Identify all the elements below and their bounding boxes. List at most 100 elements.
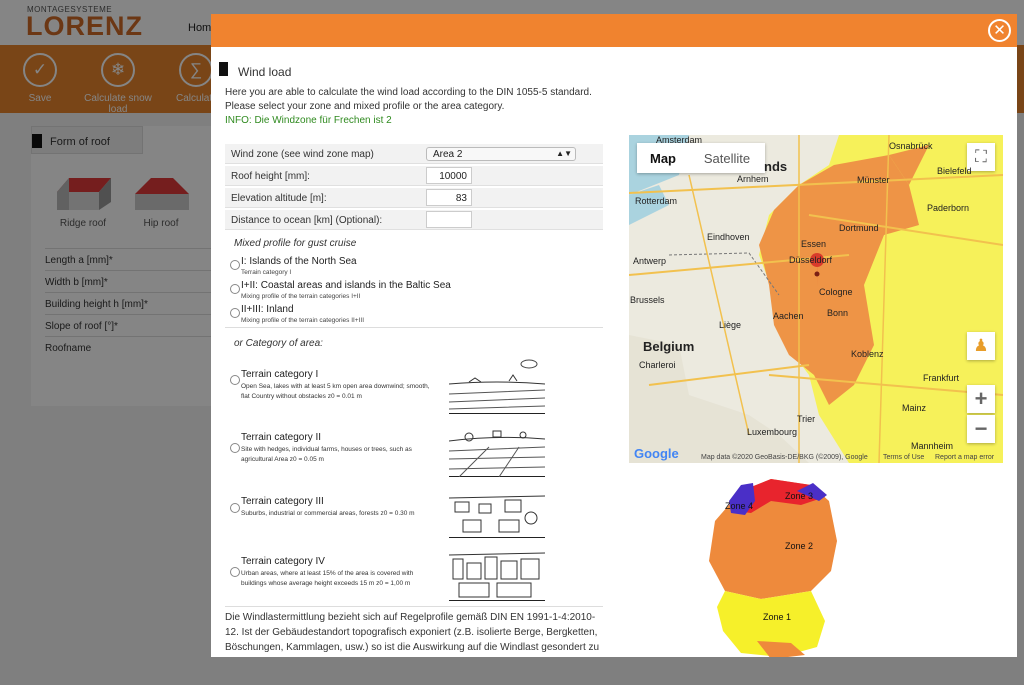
- map-city-label: Osnabrück: [889, 141, 933, 151]
- germany-wind-zone-map: Zone 4 Zone 3 Zone 2 Zone 1: [701, 471, 851, 657]
- map-attribution: Map data ©2020 GeoBasis-DE/BKG (©2009), …: [701, 454, 868, 461]
- pegman-icon: ♟: [973, 336, 989, 355]
- terrain-category-4-title: Terrain category IV: [241, 556, 325, 567]
- elevation-input[interactable]: 83: [426, 189, 472, 206]
- modal-header: ✕: [211, 14, 1017, 47]
- terrain-category-4-image: [448, 541, 546, 601]
- map-tab-satellite[interactable]: Satellite: [689, 143, 765, 173]
- modal-title: Wind load: [238, 65, 292, 79]
- map-city-label: Charleroi: [639, 360, 676, 370]
- map-city-label: Frankfurt: [923, 373, 960, 383]
- germany-zone-shape: [709, 479, 837, 657]
- map-city-label: Mainz: [902, 403, 927, 413]
- category-heading: or Category of area:: [234, 338, 323, 349]
- roof-height-row: Roof height [mm]:: [225, 166, 603, 186]
- distance-input[interactable]: [426, 211, 472, 228]
- mixed-profile-title-3: II+III: Inland: [241, 304, 294, 315]
- distance-label: Distance to ocean [km] (Optional):: [231, 215, 383, 226]
- mixed-profile-radio-3[interactable]: [230, 308, 240, 318]
- disclaimer-text: Die Windlastermittlung bezieht sich auf …: [225, 612, 600, 653]
- map-city-label: Paderborn: [927, 203, 970, 213]
- terrain-sketch-suburbs: [448, 495, 546, 533]
- map-city-label: Essen: [801, 239, 827, 249]
- map-canvas: [629, 135, 1003, 463]
- map-city-label: Trier: [797, 414, 816, 424]
- divider: [225, 606, 603, 607]
- mixed-profile-title-2: I+II: Coastal areas and islands in the B…: [241, 280, 451, 291]
- close-button[interactable]: ✕: [988, 19, 1011, 42]
- info-text: INFO: Die Windzone für Frechen ist 2: [225, 115, 392, 126]
- terrain-category-3-radio[interactable]: [230, 503, 240, 513]
- terrain-sketch-urban: [448, 552, 546, 598]
- mixed-profile-radio-1[interactable]: [230, 260, 240, 270]
- wind-zone-label: Wind zone (see wind zone map): [231, 149, 374, 160]
- elevation-row: Elevation altitude [m]:: [225, 188, 603, 208]
- roof-height-input[interactable]: 10000: [426, 167, 472, 184]
- map-tab-map[interactable]: Map: [637, 143, 689, 173]
- map-city-label: Antwerp: [633, 256, 667, 266]
- terrain-category-2-title: Terrain category II: [241, 432, 322, 443]
- map-city-label: Luxembourg: [747, 427, 798, 437]
- map-city-label: Cologne: [819, 287, 853, 297]
- terrain-category-2-desc: Site with hedges, individual farms, hous…: [241, 446, 412, 463]
- map-city-label: Bielefeld: [937, 166, 972, 176]
- terrain-category-3-image: [448, 478, 546, 538]
- wind-zone-select[interactable]: Area 2 ▲▼: [426, 147, 576, 161]
- terrain-category-4-radio[interactable]: [230, 567, 240, 577]
- map-city-label: Amsterdam: [656, 135, 703, 145]
- terms-of-use-link[interactable]: Terms of Use: [883, 454, 924, 461]
- map-city-label: Koblenz: [851, 349, 884, 359]
- wind-zone-value: Area 2: [433, 149, 463, 160]
- terrain-category-4-desc: Urban areas, where at least 15% of the a…: [241, 570, 414, 587]
- report-map-error-link[interactable]: Report a map error: [935, 454, 994, 461]
- map-city-label: Düsseldorf: [789, 255, 833, 265]
- map-city-label: Bonn: [827, 308, 849, 318]
- map-city-label: Dortmund: [839, 223, 879, 233]
- select-arrows-icon: ▲▼: [556, 149, 572, 158]
- zoom-in-button[interactable]: +: [967, 385, 995, 413]
- close-icon: ✕: [993, 22, 1006, 39]
- map-city-label: Brussels: [630, 295, 665, 305]
- street-view-button[interactable]: ♟: [967, 332, 995, 360]
- divider: [225, 327, 603, 328]
- map-city-label: Rotterdam: [635, 196, 678, 206]
- fullscreen-icon: ⛶: [975, 147, 987, 166]
- mixed-profile-heading: Mixed profile for gust cruise: [234, 238, 357, 249]
- elevation-label: Elevation altitude [m]:: [231, 193, 327, 204]
- terrain-category-3-desc: Suburbs, industrial or commercial areas,…: [241, 510, 415, 517]
- map-country-label: Belgium: [643, 339, 695, 354]
- terrain-category-2-image: [448, 417, 546, 478]
- wind-load-modal: ✕ Wind load Here you are able to calcula…: [211, 14, 1017, 657]
- terrain-sketch-open-sea: [448, 359, 546, 410]
- wind-zone-google-map[interactable]: Map Satellite ⛶ ♟ + − Amsterdam nds Osna…: [629, 135, 1003, 463]
- mixed-profile-sub-1: Terrain category I: [241, 269, 292, 276]
- zone-4-label: Zone 4: [725, 501, 754, 511]
- terrain-category-1-image: [448, 354, 546, 414]
- zone-1-label: Zone 1: [763, 612, 792, 622]
- intro-text: Here you are able to calculate the wind …: [225, 87, 592, 98]
- mixed-profile-radio-2[interactable]: [230, 284, 240, 294]
- terrain-category-2-radio[interactable]: [230, 443, 240, 453]
- mixed-profile-sub-3: Mixing profile of the terrain categories…: [241, 317, 365, 324]
- mixed-profile-sub-2: Mixing profile of the terrain categories…: [241, 293, 361, 300]
- terrain-category-3-title: Terrain category III: [241, 496, 324, 507]
- map-country-label: nds: [764, 159, 788, 174]
- zone-2-label: Zone 2: [785, 541, 814, 551]
- terrain-category-1-title: Terrain category I: [241, 369, 319, 380]
- terrain-category-1-desc: Open Sea, lakes with at least 5 km open …: [241, 383, 430, 400]
- map-city-label: Eindhoven: [707, 232, 750, 242]
- roof-height-label: Roof height [mm]:: [231, 171, 310, 182]
- google-logo[interactable]: Google: [634, 446, 679, 461]
- zone-3-label: Zone 3: [785, 491, 814, 501]
- map-city-label: Münster: [857, 175, 890, 185]
- map-city-label: Liège: [719, 320, 742, 330]
- terrain-category-1-radio[interactable]: [230, 375, 240, 385]
- map-city-label: Arnhem: [737, 174, 769, 184]
- distance-row: Distance to ocean [km] (Optional):: [225, 210, 603, 230]
- map-city-label: Aachen: [773, 311, 804, 321]
- mixed-profile-title-1: I: Islands of the North Sea: [241, 256, 357, 267]
- section-marker-icon: [219, 62, 228, 76]
- terrain-sketch-farmland: [448, 430, 546, 478]
- map-type-control: Map Satellite: [637, 143, 765, 173]
- zoom-out-button[interactable]: −: [967, 415, 995, 443]
